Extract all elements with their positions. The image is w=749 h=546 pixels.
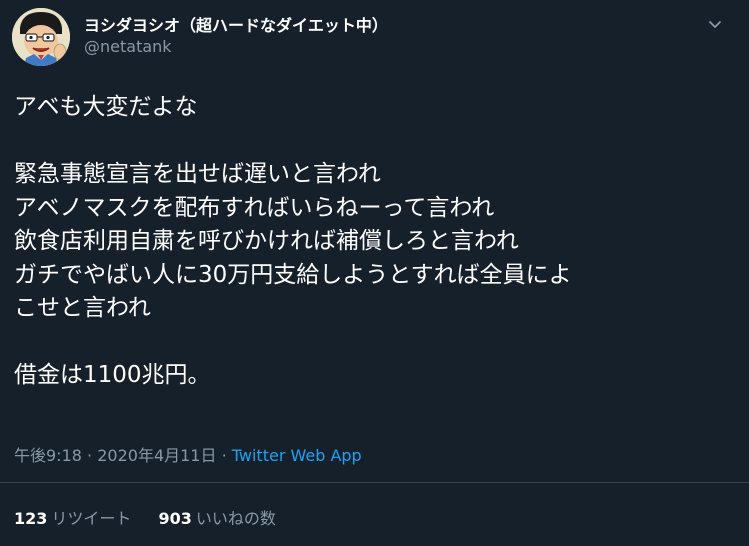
likes-count: 903 [158, 509, 192, 528]
retweets-stat[interactable]: 123 リツイート [14, 509, 137, 528]
likes-label: いいねの数 [195, 509, 276, 528]
tweet-line: アベノマスクを配布すればいらねーって言われ [14, 194, 495, 221]
chevron-down-icon[interactable] [707, 16, 723, 32]
tweet-line [14, 125, 734, 159]
divider [0, 482, 749, 483]
likes-stat[interactable]: 903 いいねの数 [159, 509, 276, 528]
user-handle[interactable]: @netatank [84, 37, 172, 56]
avatar-illustration [12, 8, 70, 66]
tweet-card: ヨシダヨシオ（超ハードなダイエット中） @netatank アベも大変だよな 緊… [0, 0, 749, 546]
engagement-stats: 123 リツイート 903 いいねの数 [14, 505, 298, 529]
tweet-date[interactable]: 2020年4月11日 [97, 446, 216, 465]
avatar[interactable] [12, 8, 70, 66]
tweet-line: こせと言われ [14, 295, 151, 321]
meta-separator: · [87, 446, 93, 465]
tweet-metadata: 午後9:18 · 2020年4月11日 · Twitter Web App [14, 442, 362, 466]
tweet-text: アベも大変だよな 緊急事態宣言を出せば遅いと言われ アベノマスクを配布すればいら… [14, 91, 734, 393]
source-app-link[interactable]: Twitter Web App [232, 446, 362, 465]
tweet-line: 借金は1100兆円。 [14, 362, 211, 388]
tweet-line [14, 326, 734, 360]
tweet-time[interactable]: 午後9:18 [14, 446, 82, 465]
display-name[interactable]: ヨシダヨシオ（超ハードなダイエット中） [84, 12, 388, 36]
tweet-line: ガチでやばい人に30万円支給しようとすれば全員によ [14, 261, 572, 288]
retweets-count: 123 [14, 509, 48, 528]
meta-separator: · [221, 446, 227, 465]
retweets-label: リツイート [51, 509, 132, 528]
tweet-line: 飲食店利用自粛を呼びかければ補償しろと言われ [14, 228, 519, 254]
tweet-line: アベも大変だよな [14, 94, 198, 120]
tweet-line: 緊急事態宣言を出せば遅いと言われ [14, 161, 381, 187]
